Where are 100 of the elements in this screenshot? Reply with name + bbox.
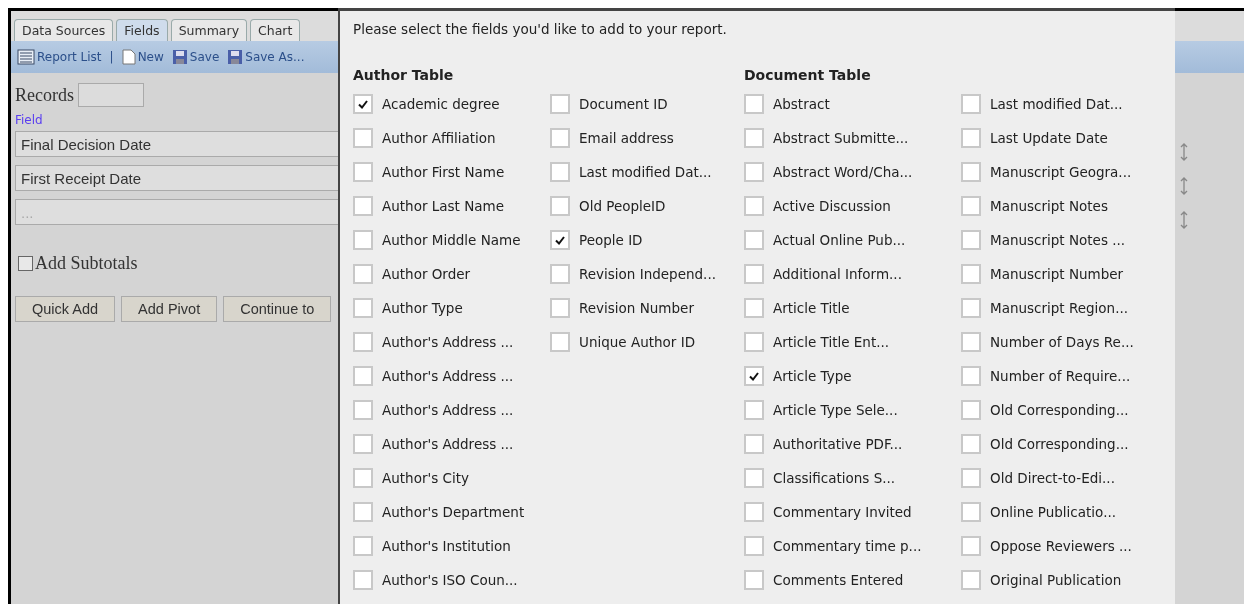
field-checkbox[interactable] bbox=[744, 196, 764, 216]
tab[interactable]: Chart bbox=[250, 19, 301, 41]
field-option-label: Unique Author ID bbox=[579, 334, 696, 350]
field-checkbox[interactable] bbox=[353, 196, 373, 216]
records-input-field[interactable] bbox=[78, 83, 144, 107]
field-checkbox[interactable] bbox=[961, 128, 981, 148]
field-checkbox[interactable] bbox=[744, 502, 764, 522]
field-checkbox[interactable] bbox=[353, 400, 373, 420]
field-option-label: Article Title bbox=[773, 300, 850, 316]
field-option-label: Old Direct-to-Edi... bbox=[990, 470, 1115, 486]
field-checkbox[interactable] bbox=[961, 264, 981, 284]
field-checkbox[interactable] bbox=[744, 94, 764, 114]
field-option-label: Email address bbox=[579, 130, 674, 146]
field-checkbox[interactable] bbox=[744, 536, 764, 556]
field-checkbox[interactable] bbox=[961, 94, 981, 114]
check-mark-icon bbox=[555, 235, 565, 245]
sort-handle-icon[interactable] bbox=[1180, 211, 1188, 229]
field-option-label: Last Update Date bbox=[990, 130, 1108, 146]
field-option-label: Additional Inform... bbox=[773, 266, 902, 282]
field-option-label: Author's Department bbox=[382, 504, 525, 520]
field-checkbox[interactable] bbox=[961, 468, 981, 488]
field-checkbox[interactable] bbox=[744, 162, 764, 182]
field-option-label: Manuscript Geogra... bbox=[990, 164, 1132, 180]
field-option-label: Revision Independ... bbox=[579, 266, 716, 282]
field-checkbox[interactable] bbox=[353, 94, 373, 114]
field-option-label: Abstract Word/Cha... bbox=[773, 164, 913, 180]
field-checkbox[interactable] bbox=[744, 468, 764, 488]
field-checkbox[interactable] bbox=[961, 502, 981, 522]
field-checkbox[interactable] bbox=[550, 162, 570, 182]
field-checkbox[interactable] bbox=[961, 434, 981, 454]
field-checkbox[interactable] bbox=[744, 434, 764, 454]
field-checkbox[interactable] bbox=[961, 298, 981, 318]
field-checkbox[interactable] bbox=[744, 570, 764, 590]
field-checkbox[interactable] bbox=[550, 128, 570, 148]
toolbar-button[interactable]: Save As... bbox=[245, 50, 305, 64]
field-checkbox[interactable] bbox=[744, 400, 764, 420]
field-option-label: Abstract Submitte... bbox=[773, 130, 909, 146]
action-button[interactable]: Continue to bbox=[223, 296, 332, 322]
field-checkbox[interactable] bbox=[961, 332, 981, 352]
field-checkbox[interactable] bbox=[550, 94, 570, 114]
field-checkbox[interactable] bbox=[744, 298, 764, 318]
field-checkbox[interactable] bbox=[550, 332, 570, 352]
field-checkbox[interactable] bbox=[550, 264, 570, 284]
field-checkbox[interactable] bbox=[353, 366, 373, 386]
sort-handle-icon[interactable] bbox=[1180, 143, 1188, 161]
toolbar-button[interactable]: Save bbox=[189, 50, 220, 64]
field-checkbox[interactable] bbox=[550, 298, 570, 318]
field-checkbox[interactable] bbox=[353, 332, 373, 352]
field-option-label: Number of Require... bbox=[990, 368, 1131, 384]
document-icon bbox=[121, 49, 136, 65]
field-checkbox[interactable] bbox=[744, 230, 764, 250]
field-checkbox[interactable] bbox=[744, 332, 764, 352]
field-checkbox[interactable] bbox=[353, 536, 373, 556]
field-checkbox[interactable] bbox=[961, 366, 981, 386]
action-button[interactable]: Add Pivot bbox=[121, 296, 218, 322]
field-checkbox[interactable] bbox=[744, 366, 764, 386]
field-option-label: Last modified Dat... bbox=[579, 164, 712, 180]
field-option-label: Article Type bbox=[773, 368, 852, 384]
field-checkbox[interactable] bbox=[550, 230, 570, 250]
action-button[interactable]: Quick Add bbox=[15, 296, 116, 322]
field-option-label: Author Order bbox=[382, 266, 471, 282]
field-checkbox[interactable] bbox=[353, 128, 373, 148]
subtotals-checkbox[interactable] bbox=[18, 256, 33, 271]
field-option-label: Old Corresponding... bbox=[990, 402, 1129, 418]
field-checkbox[interactable] bbox=[961, 230, 981, 250]
field-option-label: Document ID bbox=[579, 96, 668, 112]
tab[interactable]: Fields bbox=[116, 19, 168, 41]
field-option-label: Author Type bbox=[382, 300, 463, 316]
field-checkbox[interactable] bbox=[353, 570, 373, 590]
field-checkbox[interactable] bbox=[961, 196, 981, 216]
tab[interactable]: Summary bbox=[170, 19, 248, 41]
field-option-label: Revision Number bbox=[579, 300, 694, 316]
table-heading: Document Table bbox=[744, 67, 872, 84]
field-option-label: Number of Days Re... bbox=[990, 334, 1134, 350]
field-option-label: Author's City bbox=[382, 470, 469, 486]
field-checkbox[interactable] bbox=[353, 162, 373, 182]
field-checkbox[interactable] bbox=[744, 264, 764, 284]
field-option-label: Online Publicatio... bbox=[990, 504, 1116, 520]
field-option-label: Academic degree bbox=[382, 96, 500, 112]
toolbar-separator: | bbox=[109, 50, 114, 64]
field-checkbox[interactable] bbox=[744, 128, 764, 148]
field-checkbox[interactable] bbox=[353, 434, 373, 454]
field-option-label: Actual Online Pub... bbox=[773, 232, 906, 248]
field-option-label: Oppose Reviewers ... bbox=[990, 538, 1132, 554]
field-option-label: Author's Address ... bbox=[382, 368, 514, 384]
field-checkbox[interactable] bbox=[353, 230, 373, 250]
field-checkbox[interactable] bbox=[353, 468, 373, 488]
field-checkbox[interactable] bbox=[961, 162, 981, 182]
sort-handle-icon[interactable] bbox=[1180, 177, 1188, 195]
field-checkbox[interactable] bbox=[353, 298, 373, 318]
toolbar-button[interactable]: Report List bbox=[37, 50, 102, 64]
tab[interactable]: Data Sources bbox=[14, 19, 114, 41]
field-checkbox[interactable] bbox=[961, 570, 981, 590]
field-option-label: Old PeopleID bbox=[579, 198, 666, 214]
field-checkbox[interactable] bbox=[353, 502, 373, 522]
toolbar-button[interactable]: New bbox=[137, 50, 164, 64]
field-checkbox[interactable] bbox=[550, 196, 570, 216]
field-checkbox[interactable] bbox=[961, 536, 981, 556]
field-checkbox[interactable] bbox=[353, 264, 373, 284]
field-checkbox[interactable] bbox=[961, 400, 981, 420]
